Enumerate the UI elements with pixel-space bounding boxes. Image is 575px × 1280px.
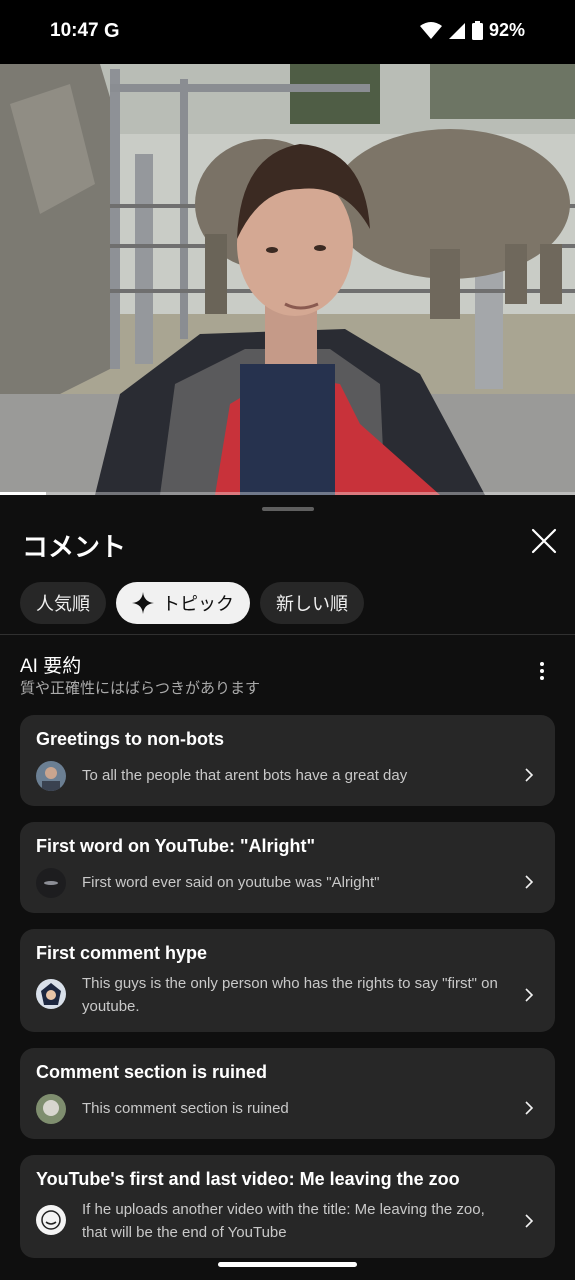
chip-topics[interactable]: トピック <box>116 582 250 624</box>
topic-card[interactable]: YouTube's first and last video: Me leavi… <box>20 1155 555 1258</box>
topic-title: YouTube's first and last video: Me leavi… <box>36 1169 460 1189</box>
status-indicators: 92% <box>419 20 525 41</box>
chip-label: 人気順 <box>36 594 90 614</box>
ai-summary-title: AI 要約 <box>20 656 82 677</box>
comments-sheet: コメント 人気順 トピック 新しい順 AI 要約 質や正確性にはばらつきがありま… <box>0 495 575 1280</box>
avatar <box>36 1205 66 1235</box>
topic-card[interactable]: Comment section is ruined This comment s… <box>20 1048 555 1139</box>
divider <box>0 634 575 635</box>
sparkle-icon <box>132 592 154 614</box>
more-vert-icon <box>540 662 544 666</box>
video-player[interactable] <box>0 64 575 495</box>
chevron-right-icon <box>525 1101 534 1115</box>
sort-chips: 人気順 トピック 新しい順 <box>20 582 364 624</box>
ai-summary-subtitle: 質や正確性にはばらつきがあります <box>20 680 261 697</box>
chevron-right-icon <box>525 1214 534 1228</box>
wifi-icon <box>419 21 442 39</box>
topic-title: First word on YouTube: "Alright" <box>36 836 316 856</box>
comments-title: コメント <box>22 532 127 562</box>
topic-comment-text: If he uploads another video with the tit… <box>82 1201 485 1241</box>
topic-comment-text: This guys is the only person who has the… <box>82 975 498 1015</box>
close-icon <box>531 528 557 554</box>
avatar <box>36 979 66 1009</box>
more-vert-icon-dot <box>540 669 544 673</box>
topic-comment-text: To all the people that arent bots have a… <box>82 767 408 784</box>
battery-percent: 92% <box>488 20 525 40</box>
chevron-right-icon <box>525 988 534 1002</box>
avatar <box>36 761 66 791</box>
close-button[interactable] <box>528 525 560 557</box>
chip-newest[interactable]: 新しい順 <box>260 582 364 624</box>
drag-handle[interactable] <box>262 507 314 511</box>
topic-title: Greetings to non-bots <box>36 729 224 749</box>
avatar <box>36 1094 66 1124</box>
chip-label: トピック <box>162 594 234 614</box>
topic-comment-text: First word ever said on youtube was "Alr… <box>82 874 380 891</box>
video-frame <box>0 64 575 495</box>
more-options-button[interactable] <box>532 659 552 683</box>
battery-icon <box>471 21 483 40</box>
status-time: 10:47 <box>50 20 99 41</box>
gesture-nav-bar[interactable] <box>218 1262 357 1267</box>
cellular-signal-icon <box>448 22 465 39</box>
topic-card[interactable]: First word on YouTube: "Alright" First w… <box>20 822 555 913</box>
avatar <box>36 868 66 898</box>
topic-card[interactable]: Greetings to non-bots To all the people … <box>20 715 555 806</box>
topic-comment-text: This comment section is ruined <box>82 1100 289 1117</box>
more-vert-icon-dot <box>540 676 544 680</box>
topic-title: Comment section is ruined <box>36 1062 268 1082</box>
chevron-right-icon <box>525 875 534 889</box>
chevron-right-icon <box>525 768 534 782</box>
topic-title: First comment hype <box>36 943 208 963</box>
status-bar: 10:47 G 92% <box>0 0 575 64</box>
google-icon: G <box>104 20 120 42</box>
topic-card[interactable]: First comment hype This guys is the only… <box>20 929 555 1032</box>
chip-popular[interactable]: 人気順 <box>20 582 106 624</box>
chip-label: 新しい順 <box>276 594 348 614</box>
